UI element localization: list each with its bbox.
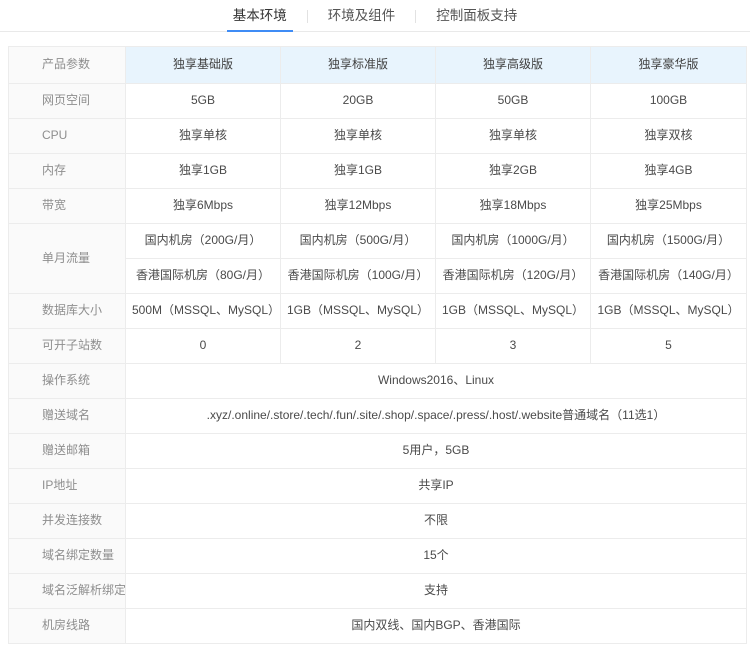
column-header-plan: 独享高级版 bbox=[436, 47, 591, 84]
table-row: 赠送邮箱5用户，5GB bbox=[9, 434, 747, 469]
spec-value: 独享单核 bbox=[436, 119, 591, 154]
table-row: 带宽独享6Mbps独享12Mbps独享18Mbps独享25Mbps bbox=[9, 189, 747, 224]
spec-value: 3 bbox=[436, 329, 591, 364]
spec-value: 香港国际机房（80G/月） bbox=[126, 259, 281, 294]
spec-value-merged: 15个 bbox=[126, 539, 747, 574]
row-label: 单月流量 bbox=[9, 224, 126, 294]
table-row: 内存独享1GB独享1GB独享2GB独享4GB bbox=[9, 154, 747, 189]
row-label: 赠送邮箱 bbox=[9, 434, 126, 469]
spec-value: 独享4GB bbox=[591, 154, 747, 189]
product-spec-table: 产品参数独享基础版独享标准版独享高级版独享豪华版网页空间5GB20GB50GB1… bbox=[8, 46, 747, 644]
row-label: 赠送域名 bbox=[9, 399, 126, 434]
tab-environment-components[interactable]: 环境及组件 bbox=[322, 5, 402, 33]
spec-value: 20GB bbox=[281, 84, 436, 119]
spec-value: 独享1GB bbox=[126, 154, 281, 189]
tab-separator bbox=[415, 10, 416, 23]
spec-value: 独享18Mbps bbox=[436, 189, 591, 224]
spec-value: 独享2GB bbox=[436, 154, 591, 189]
table-row: 单月流量国内机房（200G/月）国内机房（500G/月）国内机房（1000G/月… bbox=[9, 224, 747, 259]
spec-value: 独享6Mbps bbox=[126, 189, 281, 224]
table-row: 赠送域名.xyz/.online/.store/.tech/.fun/.site… bbox=[9, 399, 747, 434]
spec-value-merged: 共享IP bbox=[126, 469, 747, 504]
table-row: 域名绑定数量15个 bbox=[9, 539, 747, 574]
row-label: 域名绑定数量 bbox=[9, 539, 126, 574]
column-header-plan: 独享豪华版 bbox=[591, 47, 747, 84]
tab-bar: 基本环境 环境及组件 控制面板支持 bbox=[0, 0, 750, 32]
table-row: 网页空间5GB20GB50GB100GB bbox=[9, 84, 747, 119]
table-header-row: 产品参数独享基础版独享标准版独享高级版独享豪华版 bbox=[9, 47, 747, 84]
spec-value: 1GB（MSSQL、MySQL） bbox=[436, 294, 591, 329]
row-label: CPU bbox=[9, 119, 126, 154]
column-header-plan: 独享标准版 bbox=[281, 47, 436, 84]
table-row: IP地址共享IP bbox=[9, 469, 747, 504]
spec-value: 香港国际机房（140G/月） bbox=[591, 259, 747, 294]
spec-value: 5 bbox=[591, 329, 747, 364]
spec-value: 5GB bbox=[126, 84, 281, 119]
tab-control-panel-support[interactable]: 控制面板支持 bbox=[430, 5, 523, 33]
tab-separator bbox=[307, 10, 308, 23]
spec-value: 香港国际机房（120G/月） bbox=[436, 259, 591, 294]
column-header-params: 产品参数 bbox=[9, 47, 126, 84]
table-row: 域名泛解析绑定支持 bbox=[9, 574, 747, 609]
spec-value-merged: Windows2016、Linux bbox=[126, 364, 747, 399]
spec-value: 独享1GB bbox=[281, 154, 436, 189]
spec-value: 1GB（MSSQL、MySQL） bbox=[281, 294, 436, 329]
row-label: 域名泛解析绑定 bbox=[9, 574, 126, 609]
spec-value-merged: 不限 bbox=[126, 504, 747, 539]
spec-value-merged: 支持 bbox=[126, 574, 747, 609]
spec-value: 独享单核 bbox=[126, 119, 281, 154]
spec-value: 香港国际机房（100G/月） bbox=[281, 259, 436, 294]
table-row: 操作系统Windows2016、Linux bbox=[9, 364, 747, 399]
spec-value: 2 bbox=[281, 329, 436, 364]
table-row: 可开子站数0235 bbox=[9, 329, 747, 364]
row-label: 并发连接数 bbox=[9, 504, 126, 539]
table-row: CPU独享单核独享单核独享单核独享双核 bbox=[9, 119, 747, 154]
row-label: 可开子站数 bbox=[9, 329, 126, 364]
spec-value: 0 bbox=[126, 329, 281, 364]
spec-value-merged: 国内双线、国内BGP、香港国际 bbox=[126, 609, 747, 644]
spec-value: 国内机房（200G/月） bbox=[126, 224, 281, 259]
spec-value: 国内机房（1000G/月） bbox=[436, 224, 591, 259]
spec-value: 1GB（MSSQL、MySQL） bbox=[591, 294, 747, 329]
column-header-plan: 独享基础版 bbox=[126, 47, 281, 84]
spec-value: 独享双核 bbox=[591, 119, 747, 154]
row-label: 数据库大小 bbox=[9, 294, 126, 329]
spec-value: 50GB bbox=[436, 84, 591, 119]
spec-value-merged: .xyz/.online/.store/.tech/.fun/.site/.sh… bbox=[126, 399, 747, 434]
table-row: 并发连接数不限 bbox=[9, 504, 747, 539]
spec-value: 国内机房（500G/月） bbox=[281, 224, 436, 259]
tab-basic-environment[interactable]: 基本环境 bbox=[227, 5, 293, 33]
spec-value-merged: 5用户，5GB bbox=[126, 434, 747, 469]
spec-value: 国内机房（1500G/月） bbox=[591, 224, 747, 259]
spec-value: 独享12Mbps bbox=[281, 189, 436, 224]
row-label: 网页空间 bbox=[9, 84, 126, 119]
table-row: 机房线路国内双线、国内BGP、香港国际 bbox=[9, 609, 747, 644]
table-row: 数据库大小500M（MSSQL、MySQL）1GB（MSSQL、MySQL）1G… bbox=[9, 294, 747, 329]
spec-value: 100GB bbox=[591, 84, 747, 119]
row-label: 内存 bbox=[9, 154, 126, 189]
row-label: 机房线路 bbox=[9, 609, 126, 644]
row-label: 带宽 bbox=[9, 189, 126, 224]
spec-value: 独享单核 bbox=[281, 119, 436, 154]
spec-value: 独享25Mbps bbox=[591, 189, 747, 224]
row-label: 操作系统 bbox=[9, 364, 126, 399]
row-label: IP地址 bbox=[9, 469, 126, 504]
spec-value: 500M（MSSQL、MySQL） bbox=[126, 294, 281, 329]
